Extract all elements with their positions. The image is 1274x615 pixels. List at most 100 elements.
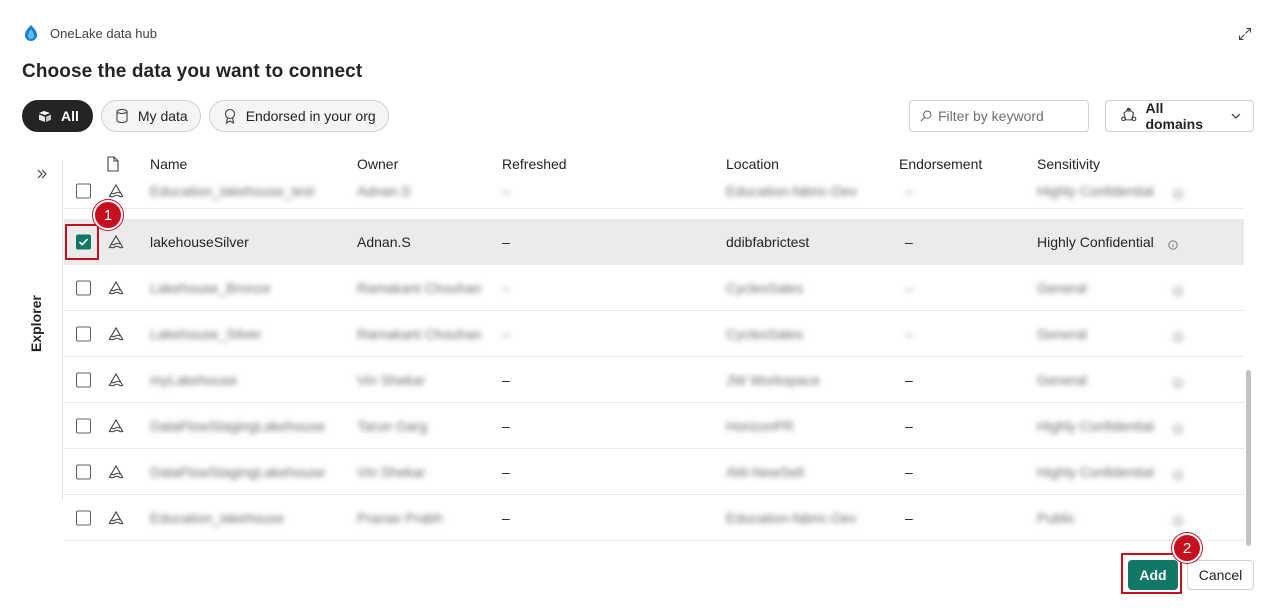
cell-refreshed: –	[502, 183, 510, 199]
cell-sensitivity: Public	[1037, 509, 1076, 526]
cell-endorsement: –	[905, 463, 913, 480]
cell-location: CyclesSales	[726, 325, 804, 342]
table-row[interactable]: Education_lakehouse_test Adnan.S – Educatio…	[64, 182, 1244, 209]
domains-dropdown[interactable]: All domains	[1105, 100, 1254, 132]
lakehouse-icon	[107, 371, 125, 389]
info-icon[interactable]	[1173, 513, 1183, 526]
cell-name[interactable]: Lakehouse_Silver	[150, 326, 261, 342]
row-checkbox[interactable]	[76, 183, 91, 199]
info-icon[interactable]	[1173, 283, 1183, 296]
domains-icon	[1121, 107, 1137, 122]
filter-endorsed-label: Endorsed in your org	[245, 108, 376, 124]
cell-sensitivity: General	[1037, 325, 1087, 342]
cell-owner: Ramakant Chouhan	[357, 279, 482, 296]
expand-icon[interactable]	[1238, 27, 1252, 41]
info-icon[interactable]	[1173, 329, 1183, 342]
filter-all-label: All	[61, 108, 79, 124]
filter-all-pill[interactable]: All	[22, 100, 93, 132]
app-title: OneLake data hub	[50, 25, 157, 41]
page-title: Choose the data you want to connect	[22, 61, 363, 82]
data-table: Name Owner Refreshed Location Endorsemen…	[64, 146, 1244, 541]
cell-owner: Adnan.S	[357, 233, 411, 250]
table-row[interactable]: DataFlowStagingLakehouse Vin Shekar – AW-Ne…	[64, 449, 1244, 495]
cell-name[interactable]: DataFlowStagingLakehouse	[150, 464, 325, 480]
row-checkbox[interactable]	[76, 464, 91, 479]
chevron-double-right-icon[interactable]	[35, 167, 49, 181]
cell-refreshed: –	[502, 417, 510, 434]
lakehouse-icon	[107, 182, 125, 200]
lakehouse-icon	[107, 279, 125, 297]
column-header-refreshed[interactable]: Refreshed	[502, 156, 567, 172]
callout-badge-2: 2	[1172, 533, 1202, 563]
cell-location: Education-fabric-Dev	[726, 183, 857, 199]
cell-name[interactable]: Education_lakehouse_test	[150, 183, 314, 199]
hub-header: OneLake data hub	[22, 24, 157, 42]
cell-endorsement: –	[905, 183, 913, 199]
cell-sensitivity: Highly Confidential	[1037, 183, 1154, 199]
cell-name[interactable]: Lakehouse_Bronze	[150, 280, 271, 296]
cell-name[interactable]: Education_lakehouse	[150, 510, 284, 526]
cell-refreshed: –	[502, 509, 510, 526]
cell-name[interactable]: myLakehouse	[150, 372, 237, 388]
database-icon	[116, 108, 128, 124]
row-checkbox[interactable]	[76, 326, 91, 341]
table-header: Name Owner Refreshed Location Endorsemen…	[64, 146, 1244, 182]
column-header-name[interactable]: Name	[150, 156, 187, 172]
cell-location: Education-fabric-Dev	[726, 509, 857, 526]
table-row[interactable]: myLakehouse Vin Shekar – JW Workspace – Gener…	[64, 357, 1244, 403]
row-checkbox[interactable]	[76, 280, 91, 295]
row-checkbox[interactable]	[76, 372, 91, 387]
info-icon[interactable]	[1173, 467, 1183, 480]
column-header-sensitivity[interactable]: Sensitivity	[1037, 156, 1100, 172]
stack-icon	[39, 111, 51, 122]
lakehouse-icon	[107, 417, 125, 435]
cell-owner: Pranav Prabh	[357, 509, 443, 526]
cell-endorsement: –	[905, 509, 913, 526]
add-button[interactable]: Add	[1128, 560, 1178, 590]
info-icon[interactable]	[1173, 421, 1183, 434]
ribbon-icon	[224, 108, 235, 124]
column-header-owner[interactable]: Owner	[357, 156, 398, 172]
cell-owner: Ramakant Chouhan	[357, 325, 482, 342]
search-input[interactable]	[938, 108, 1078, 124]
scrollbar-thumb[interactable]	[1246, 370, 1251, 546]
cell-sensitivity: General	[1037, 279, 1087, 296]
cell-name[interactable]: DataFlowStagingLakehouse	[150, 418, 325, 434]
cell-name[interactable]: lakehouseSilver	[150, 234, 249, 250]
search-box[interactable]	[909, 100, 1089, 132]
lakehouse-icon	[107, 233, 125, 251]
table-row[interactable]: DataFlowStagingLakehouse Tarun Garg – Horiz…	[64, 403, 1244, 449]
cell-endorsement: –	[905, 371, 913, 388]
file-icon	[107, 156, 119, 172]
filter-pills: All My data Endorsed in your org	[22, 100, 389, 132]
cell-sensitivity: Highly Confidential	[1037, 417, 1154, 434]
lakehouse-icon	[107, 509, 125, 527]
row-checkbox[interactable]	[76, 418, 91, 433]
table-row[interactable]: lakehouseSilver Adnan.S – ddibfabrictest – Hi…	[64, 219, 1244, 265]
cancel-button[interactable]: Cancel	[1187, 560, 1254, 590]
cell-location: CyclesSales	[726, 279, 804, 296]
table-row[interactable]: Lakehouse_Silver Ramakant Chouhan – CyclesS…	[64, 311, 1244, 357]
row-checkbox[interactable]	[76, 510, 91, 525]
search-icon	[920, 110, 932, 122]
cell-sensitivity: General	[1037, 371, 1087, 388]
column-header-endorsement[interactable]: Endorsement	[899, 156, 982, 172]
info-icon[interactable]	[1173, 375, 1183, 388]
explorer-panel: Explorer	[22, 160, 62, 500]
checkbox-highlight-box	[65, 224, 99, 260]
filter-endorsed-pill[interactable]: Endorsed in your org	[208, 100, 389, 132]
table-row[interactable]: Lakehouse_Bronze Ramakant Chouhan – CyclesS…	[64, 265, 1244, 311]
cell-owner: Tarun Garg	[357, 417, 428, 434]
cell-refreshed: –	[502, 325, 510, 342]
filter-my-data-pill[interactable]: My data	[100, 100, 201, 132]
table-row[interactable]: Education_lakehouse Pranav Prabh – Educatio…	[64, 495, 1244, 541]
cell-owner: Adnan.S	[357, 183, 411, 199]
explorer-toggle[interactable]: Explorer	[28, 292, 44, 352]
column-header-location[interactable]: Location	[726, 156, 779, 172]
info-icon[interactable]	[1173, 186, 1183, 199]
info-icon[interactable]	[1168, 237, 1178, 250]
cell-owner: Vin Shekar	[357, 463, 426, 480]
cell-refreshed: –	[502, 233, 510, 250]
cell-sensitivity: Highly Confidential	[1037, 463, 1154, 480]
onelake-logo-icon	[22, 24, 40, 42]
